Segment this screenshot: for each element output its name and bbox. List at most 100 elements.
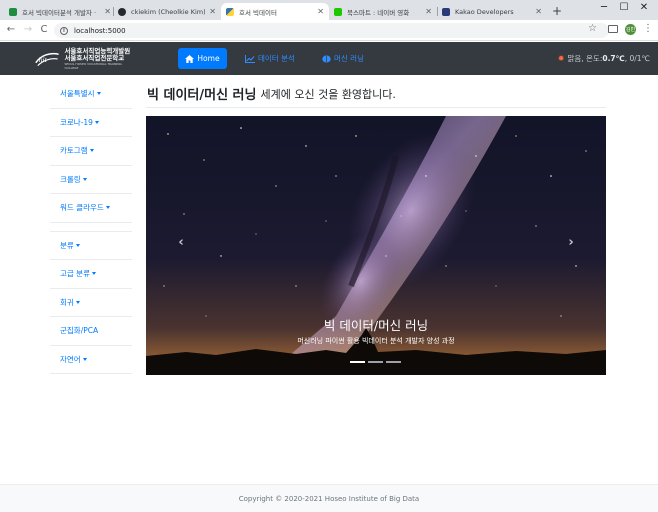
close-window-button[interactable]: ✕ bbox=[634, 2, 654, 13]
bookmark-star-icon[interactable]: ☆ bbox=[588, 23, 597, 34]
caret-down-icon bbox=[75, 243, 80, 247]
nav-data-analysis-label: 데이터 분석 bbox=[258, 54, 295, 63]
sidebar-item-clustering-pca[interactable]: 군집화/PCA bbox=[50, 317, 132, 346]
site-navbar: hit 서울호서직업능력개발원 서울호서직업전문학교 SEOUL HOSEO V… bbox=[0, 42, 658, 75]
tab-label: 북스마트 : 네이버 영화 bbox=[347, 8, 410, 17]
carousel-prev-button[interactable]: ‹ bbox=[171, 235, 191, 250]
nav-machine-learning-link[interactable]: 머신 러닝 bbox=[322, 48, 364, 69]
close-icon[interactable]: ✕ bbox=[209, 7, 216, 16]
weather-temperature: 0.7℃ bbox=[602, 54, 625, 63]
close-icon[interactable]: ✕ bbox=[535, 7, 542, 16]
close-icon[interactable]: ✕ bbox=[425, 7, 432, 16]
sidebar-item-seoul[interactable]: 서울특별시 bbox=[50, 80, 132, 109]
brain-icon bbox=[322, 54, 331, 63]
sidebar-item-advanced-classification[interactable]: 고급 분류 bbox=[50, 260, 132, 289]
caret-down-icon bbox=[82, 177, 87, 181]
site-logo[interactable]: hit 서울호서직업능력개발원 서울호서직업전문학교 SEOUL HOSEO V… bbox=[33, 46, 133, 71]
footer-copyright: Copyright © 2020-2021 Hoseo Institute of… bbox=[238, 494, 420, 503]
green-sheet-icon bbox=[9, 7, 17, 16]
carousel-indicator[interactable] bbox=[386, 361, 401, 363]
browser-tab-strip: 호서 빅데이터분석 개발자 · ✕ ckiekim (Cheolkie Kim)… bbox=[0, 0, 658, 20]
home-icon bbox=[185, 54, 195, 63]
sidebar-item-label: 서울특별시 bbox=[60, 89, 95, 99]
caret-down-icon bbox=[75, 300, 80, 304]
close-icon[interactable]: ✕ bbox=[104, 7, 111, 16]
carousel-indicators bbox=[350, 361, 404, 363]
sidebar-item-label: 크롤링 bbox=[60, 174, 81, 184]
sidebar-item-label: 카토그램 bbox=[60, 146, 88, 156]
sidebar-item-covid19[interactable]: 코로나-19 bbox=[50, 109, 132, 137]
browser-tab-3[interactable]: 북스마트 : 네이버 영화 ✕ bbox=[329, 3, 437, 20]
sidebar-item-crawling[interactable]: 크롤링 bbox=[50, 166, 132, 194]
main-content: 빅 데이터/머신 러닝 세계에 오신 것을 환영합니다. ‹ › 빅 데이터/머… bbox=[146, 80, 606, 375]
sidebar-item-regression[interactable]: 회귀 bbox=[50, 289, 132, 317]
github-icon bbox=[118, 7, 126, 16]
sun-icon: ✹ bbox=[557, 54, 565, 63]
back-button[interactable]: ← bbox=[4, 24, 18, 36]
nav-home-button[interactable]: Home bbox=[178, 48, 227, 69]
address-bar[interactable]: i localhost:5000 bbox=[54, 23, 609, 38]
python-icon bbox=[226, 7, 234, 16]
naver-icon bbox=[334, 7, 342, 16]
site-footer: Copyright © 2020-2021 Hoseo Institute of… bbox=[0, 484, 658, 512]
info-icon[interactable]: i bbox=[60, 26, 68, 35]
weather-prefix: 맑음, 온도: bbox=[567, 54, 603, 63]
sidebar-divider bbox=[50, 223, 132, 232]
sidebar-item-classification[interactable]: 분류 bbox=[50, 232, 132, 260]
logo-text: 서울호서직업능력개발원 서울호서직업전문학교 SEOUL HOSEO VOCAT… bbox=[64, 47, 133, 70]
caret-down-icon bbox=[105, 206, 110, 210]
sidebar-item-label: 고급 분류 bbox=[60, 269, 90, 279]
caret-down-icon bbox=[82, 357, 87, 361]
kakao-icon bbox=[442, 7, 450, 16]
hero-carousel[interactable]: ‹ › 빅 데이터/머신 러닝 머신러닝 파이썬 활용 빅데이터 분석 개발자 … bbox=[146, 116, 606, 375]
forward-button[interactable]: → bbox=[21, 24, 35, 36]
sidebar-item-label: 코로나-19 bbox=[60, 117, 93, 127]
browser-tab-2[interactable]: 호서 빅데이터 ✕ bbox=[221, 3, 329, 20]
browser-tab-0[interactable]: 호서 빅데이터분석 개발자 · ✕ bbox=[4, 3, 116, 20]
tab-label: 호서 빅데이터 bbox=[239, 8, 277, 17]
page-title-rest: 세계에 오신 것을 환영합니다. bbox=[260, 87, 396, 101]
sidebar-item-label: 군집화/PCA bbox=[60, 326, 99, 336]
extension-icon[interactable] bbox=[608, 25, 618, 33]
weather-range: , 0/1℃ bbox=[624, 54, 650, 63]
sidebar-item-label: 워드 클라우드 bbox=[60, 203, 104, 213]
carousel-caption-subtitle: 머신러닝 파이썬 활용 빅데이터 분석 개발자 양성 과정 bbox=[297, 337, 455, 345]
reload-button[interactable]: C bbox=[37, 24, 51, 36]
tab-label: ckiekim (Cheolkie Kim) bbox=[131, 7, 206, 16]
svg-text:hit: hit bbox=[39, 55, 48, 64]
caret-down-icon bbox=[89, 149, 94, 153]
chart-icon bbox=[245, 54, 255, 63]
new-tab-button[interactable]: + bbox=[552, 5, 562, 17]
profile-avatar[interactable]: 김빈 bbox=[625, 24, 636, 35]
nav-machine-learning-label: 머신 러닝 bbox=[334, 54, 364, 63]
minimize-button[interactable]: ─ bbox=[594, 2, 614, 13]
carousel-indicator[interactable] bbox=[350, 361, 365, 363]
nav-data-analysis-link[interactable]: 데이터 분석 bbox=[245, 48, 295, 69]
close-icon[interactable]: ✕ bbox=[317, 7, 324, 16]
tab-label: 호서 빅데이터분석 개발자 · bbox=[22, 8, 97, 17]
weather-status: ✹ 맑음, 온도: 0.7℃ , 0/1℃ bbox=[558, 48, 650, 69]
logo-line-2: 서울호서직업전문학교 bbox=[64, 53, 125, 62]
browser-tab-4[interactable]: Kakao Developers ✕ bbox=[437, 3, 547, 20]
carousel-next-button[interactable]: › bbox=[561, 235, 581, 250]
page-title-strong: 빅 데이터/머신 러닝 bbox=[147, 88, 257, 103]
tab-label: Kakao Developers bbox=[455, 7, 514, 16]
logo-line-3: SEOUL HOSEO VOCATIONAL TRAINING COLLEGE bbox=[64, 61, 122, 70]
sidebar-item-label: 회귀 bbox=[60, 297, 74, 307]
caret-down-icon bbox=[91, 272, 96, 276]
sidebar-item-label: 분류 bbox=[60, 240, 74, 250]
carousel-caption-title: 빅 데이터/머신 러닝 bbox=[323, 318, 429, 333]
sidebar-item-cartogram[interactable]: 카토그램 bbox=[50, 137, 132, 166]
caret-down-icon bbox=[96, 92, 101, 96]
browser-menu-icon[interactable]: ⋮ bbox=[643, 23, 653, 35]
url-text[interactable]: localhost:5000 bbox=[74, 27, 126, 35]
sidebar-menu: 서울특별시 코로나-19 카토그램 크롤링 워드 클라우드 분류 고급 분류 회… bbox=[50, 80, 132, 374]
page-title: 빅 데이터/머신 러닝 세계에 오신 것을 환영합니다. bbox=[146, 80, 606, 108]
maximize-button[interactable]: ☐ bbox=[614, 2, 634, 13]
browser-tab-1[interactable]: ckiekim (Cheolkie Kim) ✕ bbox=[113, 3, 221, 20]
caret-down-icon bbox=[94, 120, 99, 124]
sidebar-item-wordcloud[interactable]: 워드 클라우드 bbox=[50, 194, 132, 223]
nav-home-label: Home bbox=[197, 54, 220, 63]
sidebar-item-nlp[interactable]: 자연어 bbox=[50, 346, 132, 374]
carousel-indicator[interactable] bbox=[368, 361, 383, 363]
